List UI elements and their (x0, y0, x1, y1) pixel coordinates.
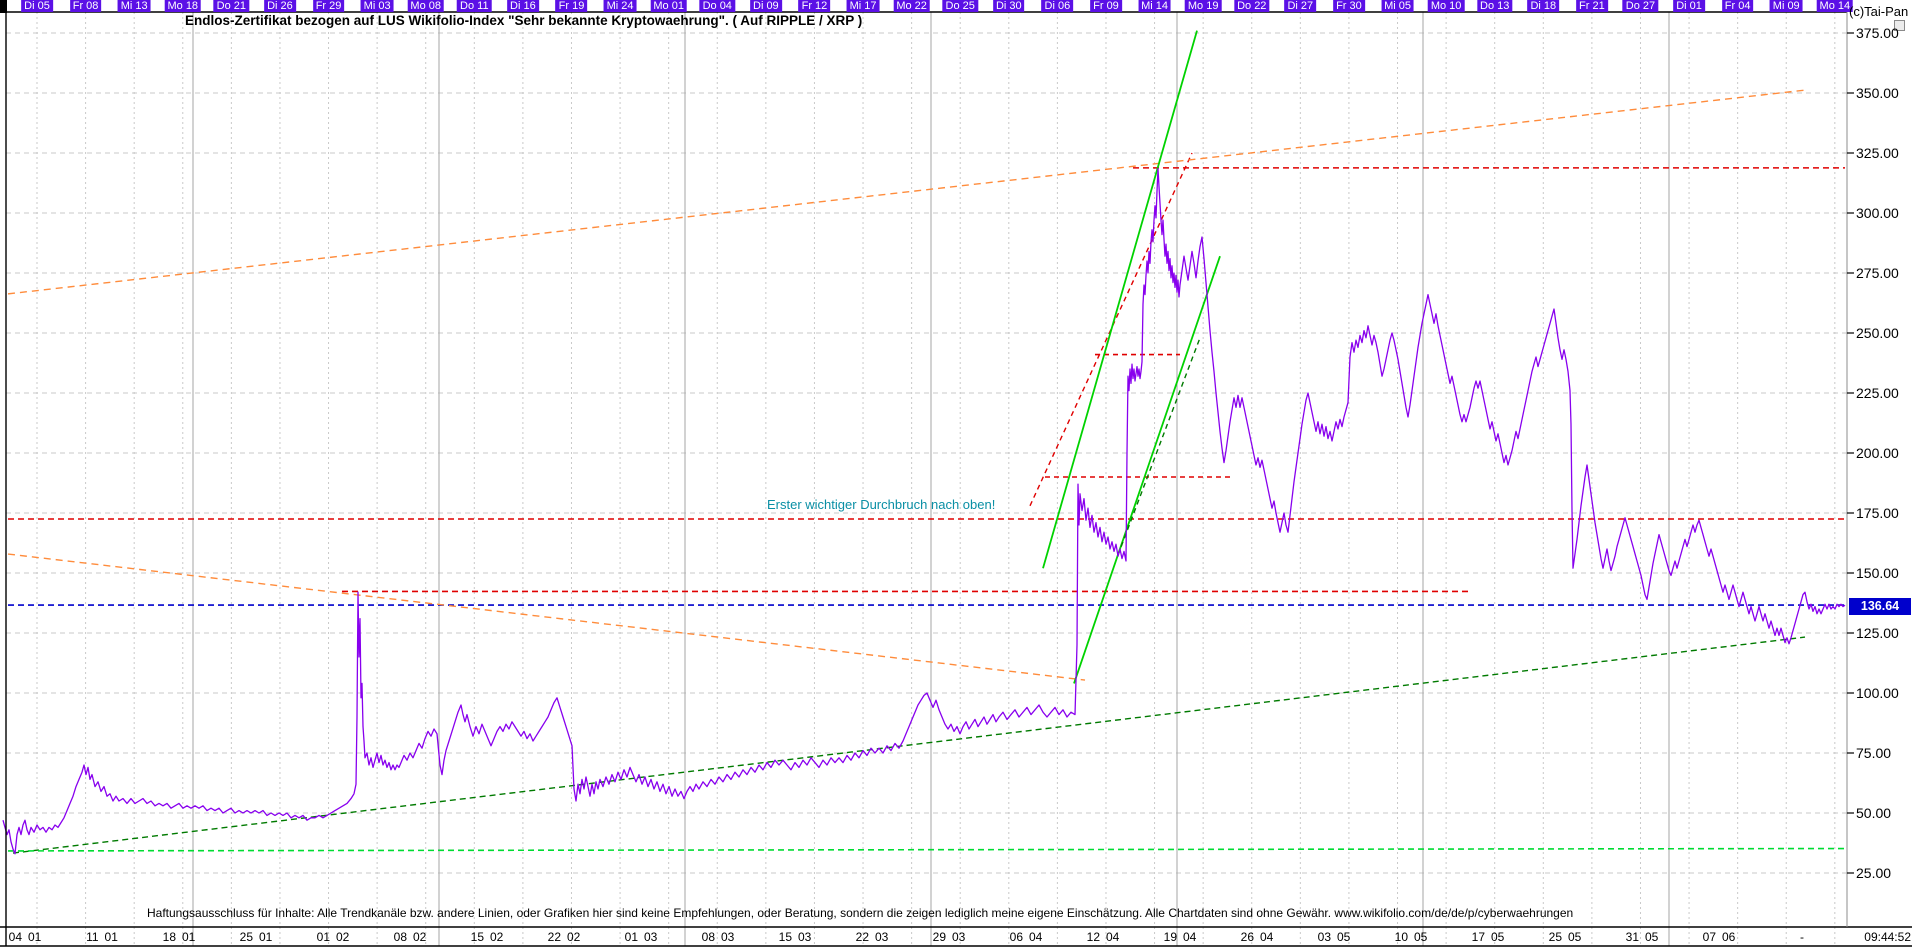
y-axis-label: 250.00 (1856, 325, 1899, 341)
x-axis-label: 07 06 (1702, 930, 1736, 944)
top-date-chip: Di 16 (507, 0, 539, 12)
top-date-chip: Di 27 (1284, 0, 1317, 12)
x-axis-label: 03 05 (1317, 930, 1351, 944)
x-axis-label: 15 03 (778, 930, 812, 944)
y-axis-label: 75.00 (1856, 745, 1892, 761)
y-axis-label: 325.00 (1856, 145, 1899, 161)
x-axis-label: 08 03 (701, 930, 735, 944)
y-axis-label: 300.00 (1856, 205, 1899, 221)
top-date-chip: Mo 19 (1184, 0, 1222, 12)
top-date-chip: Fr 09 (1090, 0, 1122, 12)
x-axis-label: 25 05 (1548, 930, 1582, 944)
x-axis-label: 08 02 (393, 930, 427, 944)
top-date-chip: Mi 13 (117, 0, 151, 12)
y-axis-label: 150.00 (1856, 565, 1899, 581)
top-date-chip: Di 06 (1041, 0, 1074, 12)
top-date-chip: Mo 14 (1816, 0, 1854, 12)
y-axis-label: 25.00 (1856, 865, 1892, 881)
top-date-chip: Do 25 (942, 0, 978, 12)
x-axis-label: 17 05 (1471, 930, 1505, 944)
top-date-chip: Mi 03 (360, 0, 394, 12)
top-date-chip: Fr 04 (1721, 0, 1754, 12)
top-date-chip: Di 26 (264, 0, 296, 12)
x-axis-label: 25 01 (239, 930, 273, 944)
y-axis-label: 350.00 (1856, 85, 1899, 101)
current-price-badge: 136.64 (1849, 598, 1911, 615)
top-date-chip: Mi 09 (1769, 0, 1803, 12)
chart-plot-area[interactable] (0, 0, 1912, 952)
top-date-chip: Do 22 (1234, 0, 1270, 12)
y-axis-label: 275.00 (1856, 265, 1899, 281)
x-axis-label: 19 04 (1163, 930, 1197, 944)
y-axis-label: 100.00 (1856, 685, 1899, 701)
top-date-chip: Di 01 (1673, 0, 1705, 12)
x-axis-label: 06 04 (1009, 930, 1043, 944)
y-axis-label: 200.00 (1856, 445, 1899, 461)
chart-annotation: Erster wichtiger Durchbruch nach oben! (767, 497, 996, 512)
top-date-chip: Mo 10 (1427, 0, 1465, 12)
top-date-chip: Di 05 (21, 0, 53, 12)
x-axis-label: 26 04 (1240, 930, 1274, 944)
y-axis-label: 50.00 (1856, 805, 1892, 821)
x-axis-label: 01 02 (316, 930, 350, 944)
green-breakout-line-1 (1042, 30, 1198, 569)
y-axis-label: 375.00 (1856, 25, 1899, 41)
y-axis-label: 125.00 (1856, 625, 1899, 641)
top-date-chip: Mo 22 (893, 0, 930, 12)
time-label: 09:44:52 (1864, 930, 1911, 944)
top-date-chip: Mi 14 (1138, 0, 1172, 12)
top-date-chip: Mi 17 (846, 0, 880, 12)
lime-support-flat (7, 847, 1846, 852)
top-date-chip: Mi 24 (603, 0, 637, 12)
top-date-chip: Fr 21 (1576, 0, 1608, 12)
top-date-chip: Fr 08 (69, 0, 102, 12)
x-axis-label: 29 03 (932, 930, 966, 944)
top-date-chip: Do 11 (457, 0, 492, 12)
top-date-chip: Di 18 (1527, 0, 1560, 12)
top-date-chip: Mo 08 (407, 0, 445, 12)
top-date-chip: Mi 05 (1381, 0, 1414, 12)
top-date-chip: Do 13 (1477, 0, 1513, 12)
top-date-chip: Do 21 (213, 0, 250, 12)
x-axis-label: 22 02 (547, 930, 581, 944)
green-breakout-line-2 (1073, 255, 1221, 684)
green-support-long (12, 636, 1806, 854)
top-date-chip: Fr 19 (555, 0, 588, 12)
top-date-chip: Fr 30 (1333, 0, 1365, 12)
x-axis-separator: - (1800, 930, 1804, 944)
x-axis-label: 11 01 (86, 930, 118, 944)
top-date-chip: Di 09 (750, 0, 782, 12)
x-axis-label: 01 03 (624, 930, 658, 944)
orange-channel-upper (7, 89, 1808, 295)
x-axis-label: 31 05 (1625, 930, 1659, 944)
taipan-chart-window: Di 05 Fr 08 Mi 13 Mo 18 Do 21 Di 26 Fr 29 Mi 03… (0, 0, 1912, 952)
chart-title: Endlos-Zertifikat bezogen auf LUS Wikifo… (185, 13, 863, 28)
top-date-chip: Di 30 (992, 0, 1025, 12)
top-date-chip: Do 04 (699, 0, 735, 12)
top-date-chip: Do 27 (1622, 0, 1659, 12)
x-axis-label: 12 04 (1086, 930, 1120, 944)
top-date-chip: Fr 29 (312, 0, 345, 12)
copyright-label: (c)Tai-Pan (1849, 4, 1909, 19)
top-date-chip: Mo 01 (650, 0, 687, 12)
x-axis-label: 10 05 (1394, 930, 1428, 944)
x-axis-label: 15 02 (470, 930, 504, 944)
disclaimer-text: Haftungsausschluss für Inhalte: Alle Tre… (147, 906, 1574, 920)
x-axis-label: 18 01 (162, 930, 196, 944)
top-date-chip: Mo 18 (164, 0, 202, 12)
x-axis-label: 22 03 (855, 930, 889, 944)
y-axis-label: 225.00 (1856, 385, 1899, 401)
y-axis-label: 175.00 (1856, 505, 1899, 521)
x-axis-label: 04 01 (8, 930, 42, 944)
top-date-chip: Fr 12 (798, 0, 831, 12)
